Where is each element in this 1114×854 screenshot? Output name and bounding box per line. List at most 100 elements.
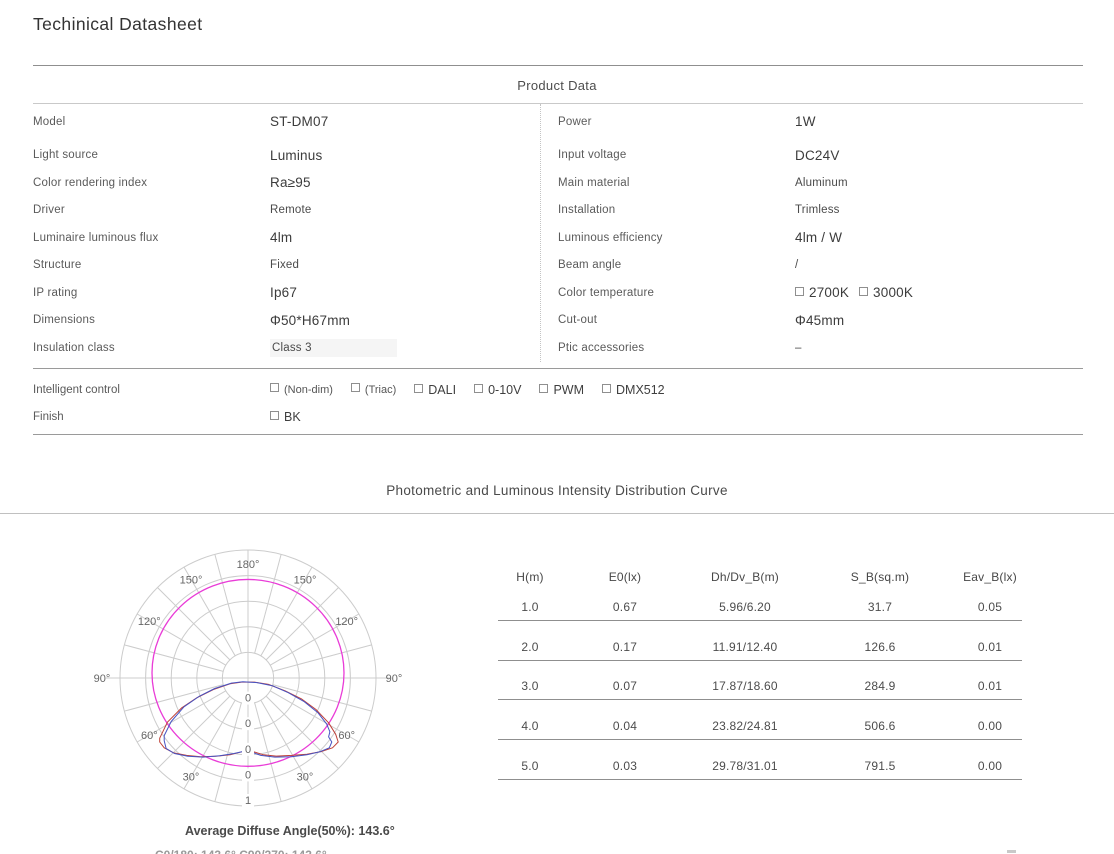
spec-label: Driver: [33, 204, 270, 216]
checkbox-icon: [414, 384, 423, 393]
photometric-section-title: Photometric and Luminous Intensity Distr…: [0, 483, 1114, 498]
control-row: Intelligent control(Non-dim)(Triac)DALI0…: [33, 376, 1083, 403]
spec-row: Insulation classClass 3: [33, 334, 540, 362]
table-row: 5.00.0329.78/31.01791.50.00: [498, 753, 1022, 780]
table-cell: 1.0: [498, 600, 562, 614]
control-row: FinishBK: [33, 403, 1083, 430]
spec-value: –: [795, 342, 802, 354]
table-cell: 29.78/31.01: [688, 759, 802, 773]
table-row: 2.00.1711.91/12.40126.60.01: [498, 634, 1022, 661]
svg-text:0: 0: [245, 744, 251, 756]
spec-row: Main materialAluminum: [558, 169, 1083, 197]
table-cell: 791.5: [802, 759, 958, 773]
spec-value: Φ45mm: [795, 313, 844, 328]
table-header-cell: S_B(sq.m): [802, 570, 958, 584]
product-data-section-title: Product Data: [0, 78, 1114, 93]
table-cell: 23.82/24.81: [688, 719, 802, 733]
table-cell: 506.6: [802, 719, 958, 733]
table-cell: 3.0: [498, 679, 562, 693]
spec-row: DriverRemote: [33, 197, 540, 225]
table-cell: 0.17: [562, 640, 688, 654]
table-row: 4.00.0423.82/24.81506.60.00: [498, 713, 1022, 740]
spec-value: 1W: [795, 114, 816, 129]
table-cell: 0.05: [958, 600, 1022, 614]
spec-label: Main material: [558, 177, 795, 189]
checkbox-option: (Triac): [351, 383, 396, 396]
table-cell: 2.0: [498, 640, 562, 654]
spec-value: Trimless: [795, 204, 840, 216]
checkbox-icon: [270, 411, 279, 420]
table-row: 3.00.0717.87/18.60284.90.01: [498, 673, 1022, 700]
table-cell: 5.96/6.20: [688, 600, 802, 614]
svg-text:120°: 120°: [335, 616, 358, 628]
spec-label: Input voltage: [558, 149, 795, 161]
table-cell: 284.9: [802, 679, 958, 693]
table-row: 1.00.675.96/6.2031.70.05: [498, 594, 1022, 621]
footer-fragment: [1007, 850, 1016, 853]
checkbox-option: PWM: [539, 383, 584, 397]
svg-text:1: 1: [245, 795, 251, 807]
spec-label: Color temperature: [558, 287, 795, 299]
checkbox-option: 2700K: [795, 285, 849, 300]
table-header-cell: E0(lx): [562, 570, 688, 584]
svg-text:60°: 60°: [141, 730, 158, 742]
spec-row: Light sourceLuminus: [33, 142, 540, 170]
checkbox-option: BK: [270, 410, 301, 424]
spec-value: 2700K 3000K: [795, 285, 923, 300]
spec-label: Color rendering index: [33, 177, 270, 189]
svg-text:90°: 90°: [386, 673, 403, 685]
spec-label: Structure: [33, 259, 270, 271]
svg-text:0: 0: [245, 769, 251, 781]
table-cell: 0.01: [958, 640, 1022, 654]
svg-text:180°: 180°: [237, 559, 260, 571]
spec-value: ST-DM07: [270, 114, 328, 129]
divider: [33, 65, 1083, 66]
spec-row: Power1W: [558, 108, 1083, 136]
divider: [0, 513, 1114, 514]
checkbox-option: DMX512: [602, 383, 665, 397]
checkbox-option: 0-10V: [474, 383, 521, 397]
table-header-row: H(m)E0(lx)Dh/Dv_B(m)S_B(sq.m)Eav_B(lx): [498, 560, 1022, 594]
spec-label: Light source: [33, 149, 270, 161]
luminous-intensity-polar-chart: 180°150°150°120°120°90°90°60°60°30°30°00…: [75, 528, 415, 820]
spec-label: Model: [33, 116, 270, 128]
spec-row: Luminaire luminous flux4lm: [33, 224, 540, 252]
spec-value: Luminus: [270, 148, 322, 163]
svg-text:30°: 30°: [183, 772, 200, 784]
spec-value: Ip67: [270, 285, 297, 300]
svg-text:90°: 90°: [94, 673, 111, 685]
spec-label: Insulation class: [33, 342, 270, 354]
table-cell: 0.00: [958, 759, 1022, 773]
table-cell: 0.01: [958, 679, 1022, 693]
spec-row: Color temperature2700K 3000K: [558, 279, 1083, 307]
checkbox-option: (Non-dim): [270, 383, 333, 396]
spec-row: IP ratingIp67: [33, 279, 540, 307]
table-header-cell: Eav_B(lx): [958, 570, 1022, 584]
clipped-footer-text: C0/180: 143.6° C90/270: 143.6°: [155, 848, 455, 854]
spec-row: Input voltageDC24V: [558, 142, 1083, 170]
control-label: Finish: [33, 411, 270, 423]
spec-row: StructureFixed: [33, 252, 540, 280]
svg-text:150°: 150°: [294, 574, 317, 586]
spec-row: Luminous efficiency4lm / W: [558, 224, 1083, 252]
table-cell: 4.0: [498, 719, 562, 733]
checkbox-option: DALI: [414, 383, 456, 397]
checkbox-option: 3000K: [859, 285, 913, 300]
spec-label: IP rating: [33, 287, 270, 299]
svg-text:0: 0: [245, 718, 251, 730]
spec-row: InstallationTrimless: [558, 197, 1083, 225]
table-cell: 17.87/18.60: [688, 679, 802, 693]
table-cell: 0.67: [562, 600, 688, 614]
spec-label: Dimensions: [33, 314, 270, 326]
checkbox-icon: [795, 287, 804, 296]
table-cell: 11.91/12.40: [688, 640, 802, 654]
spec-value: Remote: [270, 204, 311, 216]
spec-value: Aluminum: [795, 177, 848, 189]
photometric-table: H(m)E0(lx)Dh/Dv_B(m)S_B(sq.m)Eav_B(lx)1.…: [498, 560, 1022, 792]
page-title: Techinical Datasheet: [33, 14, 202, 35]
table-header-cell: Dh/Dv_B(m): [688, 570, 802, 584]
control-options-section: Intelligent control(Non-dim)(Triac)DALI0…: [33, 368, 1083, 430]
table-cell: 0.03: [562, 759, 688, 773]
spec-label: Luminaire luminous flux: [33, 232, 270, 244]
table-cell: 5.0: [498, 759, 562, 773]
